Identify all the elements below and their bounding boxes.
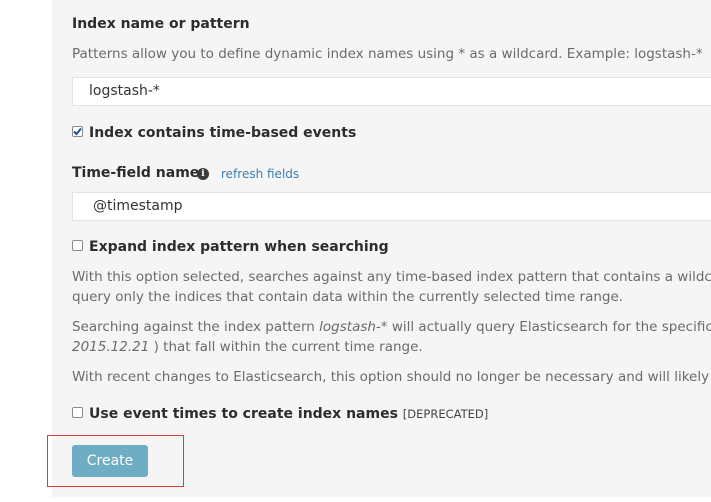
expand-checkbox[interactable] bbox=[72, 240, 83, 251]
expand-label[interactable]: Expand index pattern when searching bbox=[89, 239, 389, 255]
expand-example-text-a: Searching against the index pattern bbox=[72, 319, 320, 335]
time-based-label[interactable]: Index contains time-based events bbox=[89, 125, 356, 141]
expand-help-line2: query only the indices that contain data… bbox=[72, 289, 624, 305]
time-based-checkbox[interactable] bbox=[72, 126, 83, 137]
expand-example-text-c: ) that fall within the current time rang… bbox=[149, 339, 423, 355]
info-icon[interactable]: i bbox=[197, 168, 209, 180]
expand-help-line1: With this option selected, searches agai… bbox=[72, 269, 711, 285]
index-name-input[interactable]: logstash-* bbox=[72, 77, 711, 106]
checkmark-icon bbox=[73, 127, 82, 136]
expand-example-line2: 2015.12.21 ) that fall within the curren… bbox=[72, 339, 423, 355]
index-name-help: Patterns allow you to define dynamic ind… bbox=[72, 46, 703, 62]
refresh-fields-link[interactable]: refresh fields bbox=[221, 167, 299, 181]
expand-note: With recent changes to Elasticsearch, th… bbox=[72, 369, 711, 385]
index-name-value: logstash-* bbox=[89, 83, 160, 99]
index-name-label: Index name or pattern bbox=[72, 16, 250, 32]
time-field-select[interactable]: @timestamp bbox=[72, 192, 711, 221]
expand-example-line1: Searching against the index pattern logs… bbox=[72, 319, 711, 335]
expand-example-date: 2015.12.21 bbox=[72, 339, 150, 355]
event-times-checkbox[interactable] bbox=[72, 407, 83, 418]
event-times-label-text: Use event times to create index names bbox=[89, 406, 398, 422]
expand-example-text-b: will actually query Elasticsearch for th… bbox=[387, 319, 711, 335]
create-button[interactable]: Create bbox=[72, 445, 148, 477]
time-field-value: @timestamp bbox=[93, 198, 183, 214]
event-times-label[interactable]: Use event times to create index names [D… bbox=[89, 406, 488, 422]
time-field-label: Time-field name bbox=[72, 165, 200, 181]
deprecated-tag: [DEPRECATED] bbox=[402, 407, 489, 421]
expand-example-pattern: logstash-* bbox=[319, 319, 388, 335]
